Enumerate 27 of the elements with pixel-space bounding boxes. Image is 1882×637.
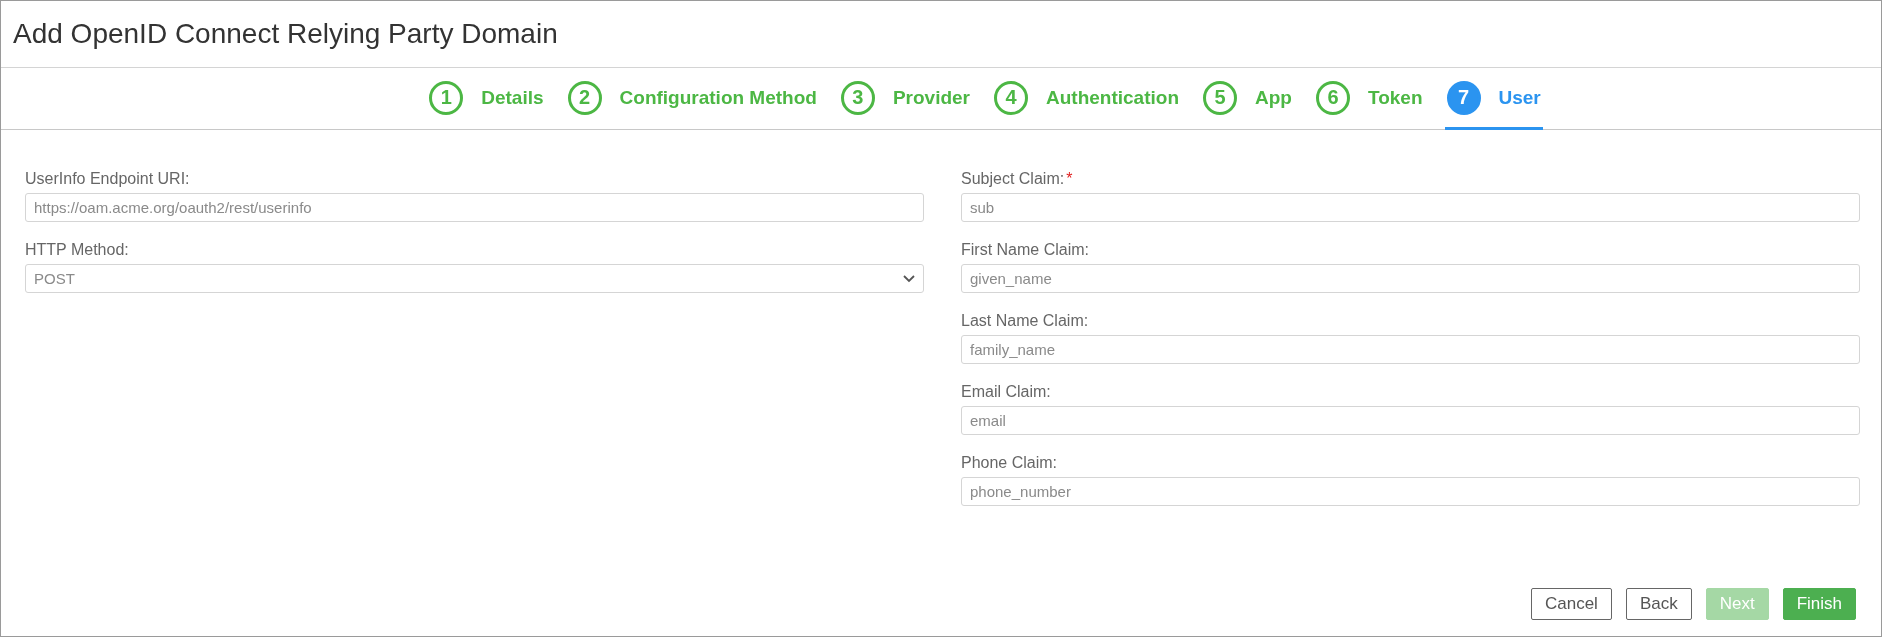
text-field[interactable]: family_name <box>961 335 1860 364</box>
field-label: UserInfo Endpoint URI: <box>25 170 190 188</box>
required-asterisk: * <box>1066 170 1073 188</box>
field-label: Subject Claim: <box>961 170 1065 188</box>
secondary-button[interactable]: Cancel <box>1530 588 1612 620</box>
primary-button[interactable]: Finish <box>1782 588 1856 620</box>
wizard-step-tab[interactable]: 7 User <box>1444 68 1543 130</box>
method-dropdown[interactable]: POST <box>25 264 924 293</box>
field-label: Last Name Claim: <box>961 312 1089 330</box>
wizard-step-tab[interactable]: 2 Configuration Method <box>565 68 819 130</box>
field-label: First Name Claim: <box>961 241 1089 259</box>
text-field[interactable]: given_name <box>961 264 1860 293</box>
chevron-down-icon <box>903 274 915 283</box>
dialog-title: Add OpenID Connect Relying Party Domain <box>13 18 558 50</box>
text-field[interactable]: https://oam.acme.org/oauth2/rest/userinfo <box>25 193 924 222</box>
field-label: HTTP Method: <box>25 241 129 259</box>
field-label: Phone Claim: <box>961 454 1058 472</box>
wizard-step-tab[interactable]: 6 Token <box>1313 68 1425 130</box>
field-label: Email Claim: <box>961 383 1051 401</box>
wizard-step-tab[interactable]: 1 Details <box>427 68 546 130</box>
text-field[interactable]: sub <box>961 193 1860 222</box>
text-field[interactable]: phone_number <box>961 477 1860 506</box>
text-field[interactable]: email <box>961 406 1860 435</box>
secondary-button[interactable]: Back <box>1625 588 1692 620</box>
wizard-step-tab[interactable]: 5 App <box>1201 68 1294 130</box>
wizard-step-tab[interactable]: 3 Provider <box>838 68 972 130</box>
wizard-step-tab[interactable]: 4 Authentication <box>992 68 1181 130</box>
